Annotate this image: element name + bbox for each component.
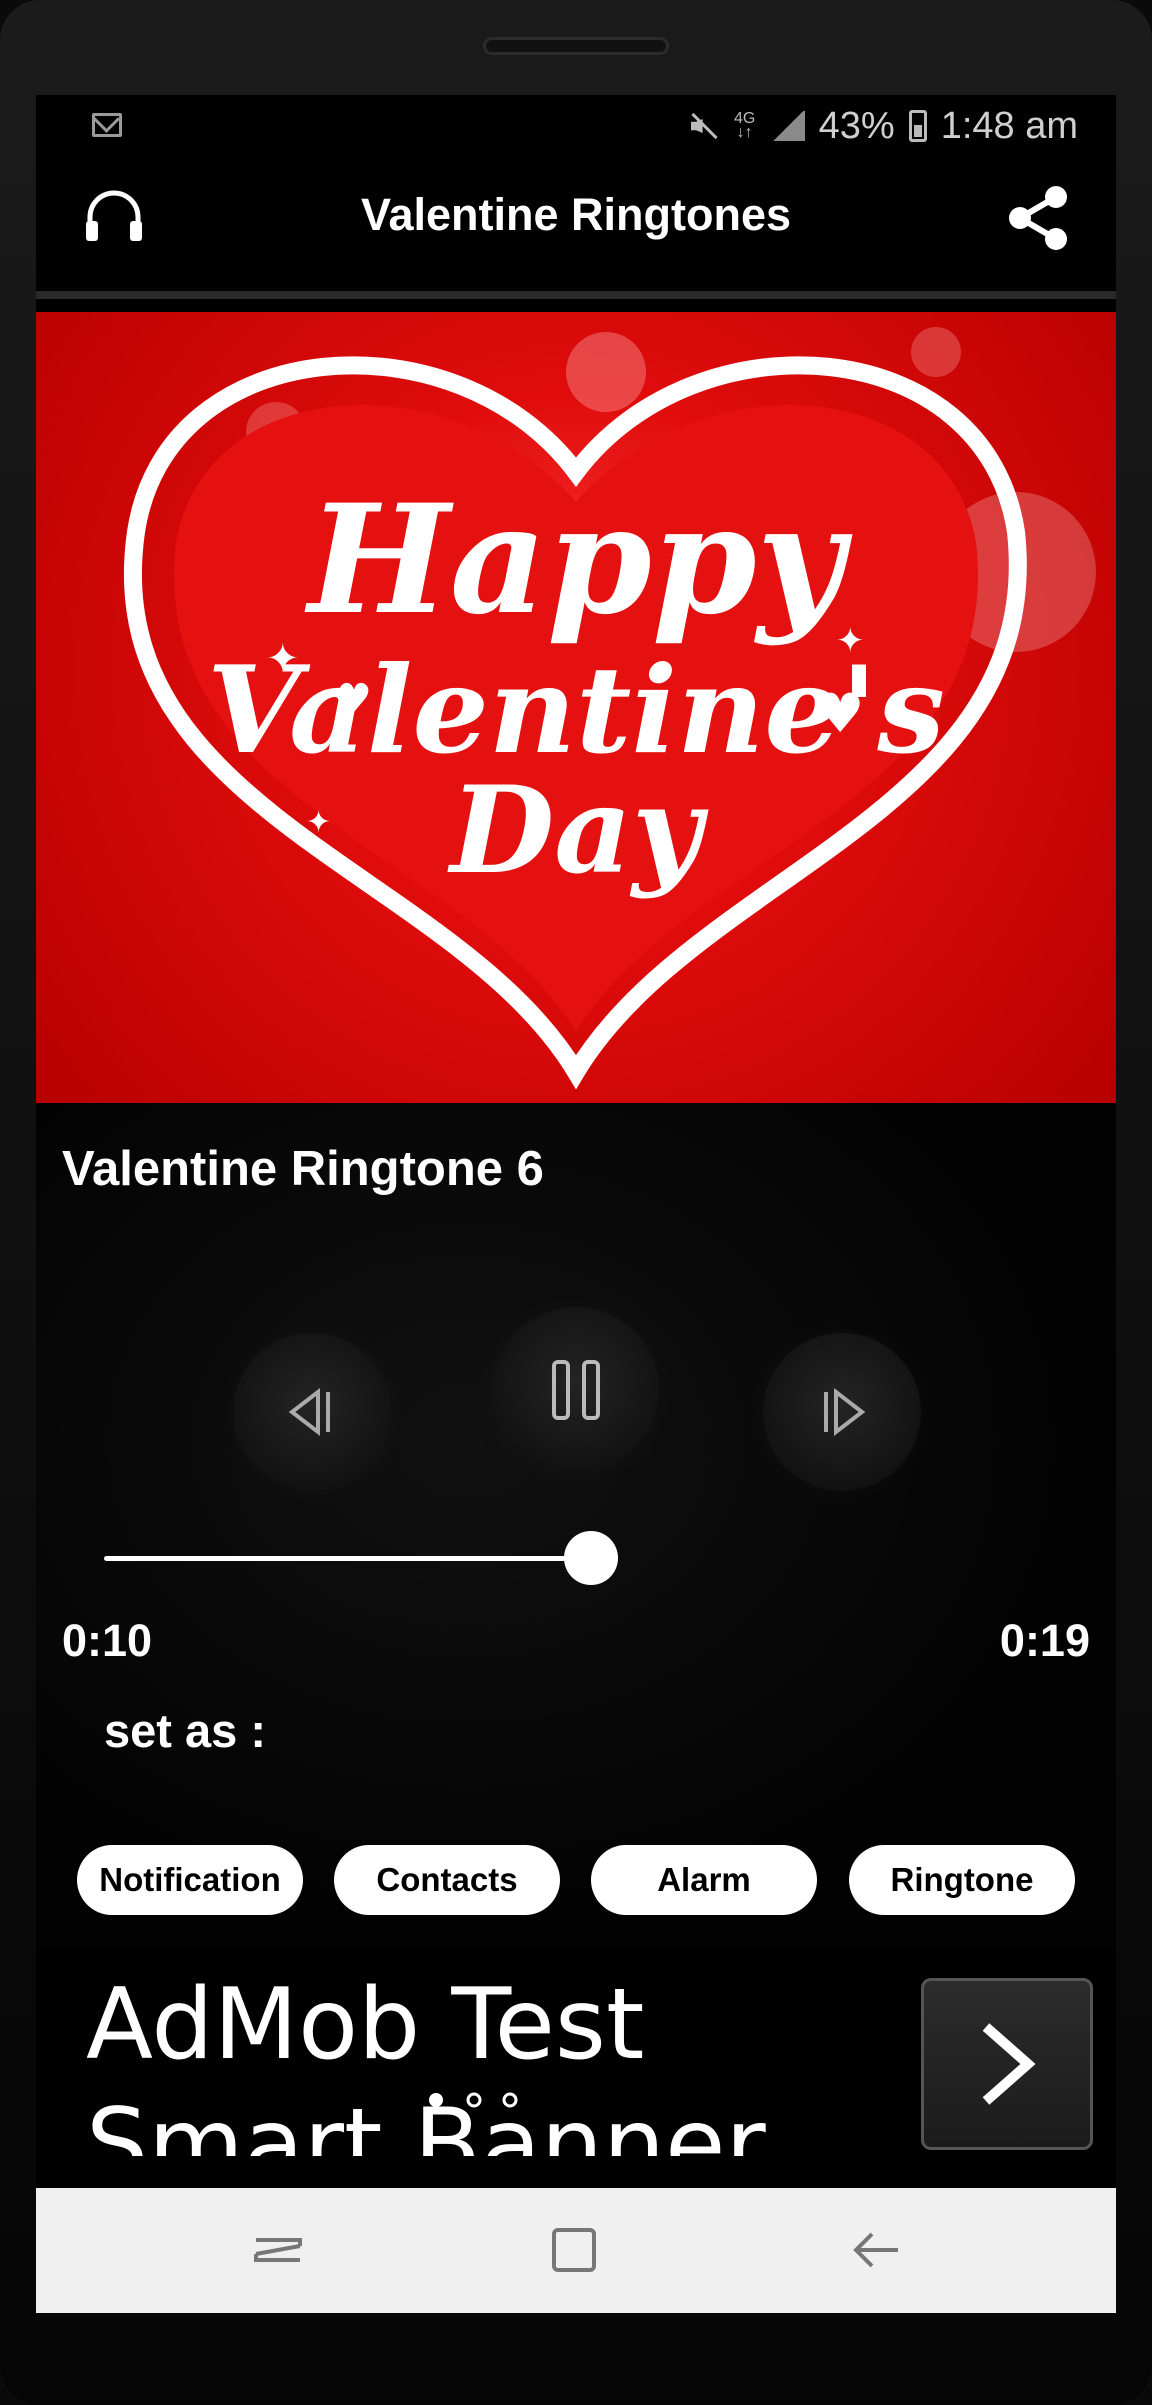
status-bar: 4G ↓↑ 43% 1:48 am [36, 95, 1116, 159]
home-icon[interactable] [544, 2220, 604, 2280]
system-nav-bar [36, 2188, 1116, 2313]
ad-arrow-button[interactable] [921, 1978, 1093, 2150]
set-as-alarm-button[interactable]: Alarm [591, 1845, 817, 1915]
previous-icon [288, 1387, 330, 1437]
total-time: 0:19 [999, 1615, 1090, 1666]
next-icon [824, 1387, 866, 1437]
ad-title: AdMob Test [86, 1968, 645, 2082]
app-toolbar: Valentine Ringtones [36, 159, 1116, 299]
chevron-right-icon [982, 2023, 1036, 2105]
next-button[interactable] [763, 1333, 921, 1491]
small-heart-icon: ♥ [816, 682, 864, 745]
app-screen: 4G ↓↑ 43% 1:48 am Valentine Ringtones Ha… [36, 95, 1116, 2313]
status-icons: 4G ↓↑ 43% 1:48 am [689, 103, 1078, 149]
hero-line-day: Day [447, 760, 709, 901]
ad-banner[interactable]: AdMob Test Smart Banner [36, 1948, 1116, 2156]
back-icon[interactable] [846, 2220, 906, 2280]
seek-bar[interactable] [104, 1556, 592, 1561]
sparkle-icon: ✦ [266, 636, 300, 682]
signal-icon [770, 111, 805, 141]
elapsed-time: 0:10 [62, 1615, 153, 1666]
set-as-ringtone-button[interactable]: Ringtone [849, 1845, 1075, 1915]
share-icon[interactable] [1004, 183, 1074, 253]
headphones-icon[interactable] [82, 187, 146, 243]
phone-frame: 4G ↓↑ 43% 1:48 am Valentine Ringtones Ha… [0, 0, 1152, 2405]
battery-icon [908, 110, 927, 142]
ad-choices-icon[interactable] [424, 2088, 544, 2112]
speaker-grille [483, 37, 669, 55]
track-title: Valentine Ringtone 6 [62, 1142, 544, 1196]
network-4g-icon: 4G ↓↑ [733, 110, 756, 141]
set-as-notification-button[interactable]: Notification [77, 1845, 303, 1915]
pause-icon [552, 1360, 600, 1420]
app-title: Valentine Ringtones [360, 189, 792, 240]
mail-icon [92, 113, 122, 137]
set-as-contacts-button[interactable]: Contacts [334, 1845, 560, 1915]
set-as-label: set as : [104, 1704, 266, 1757]
previous-button[interactable] [233, 1333, 391, 1491]
player-panel: Valentine Ringtone 6 0:10 0:19 set as: … [36, 1103, 1116, 1948]
clock: 1:48 am [940, 104, 1078, 147]
valentine-hero-image: Happy Valentine's Day ✦ ✦ ✦ ♥ ♥ [36, 312, 1116, 1103]
seek-thumb[interactable] [564, 1531, 618, 1585]
small-heart-icon: ♥ [336, 676, 372, 722]
battery-percent: 43% [818, 104, 895, 147]
mute-icon [689, 111, 719, 141]
hero-line-happy: Happy [304, 472, 853, 648]
recent-apps-icon[interactable] [248, 2220, 308, 2280]
pause-button[interactable] [493, 1307, 659, 1473]
sparkle-icon: ✦ [836, 621, 865, 661]
sparkle-icon: ✦ [306, 805, 331, 840]
